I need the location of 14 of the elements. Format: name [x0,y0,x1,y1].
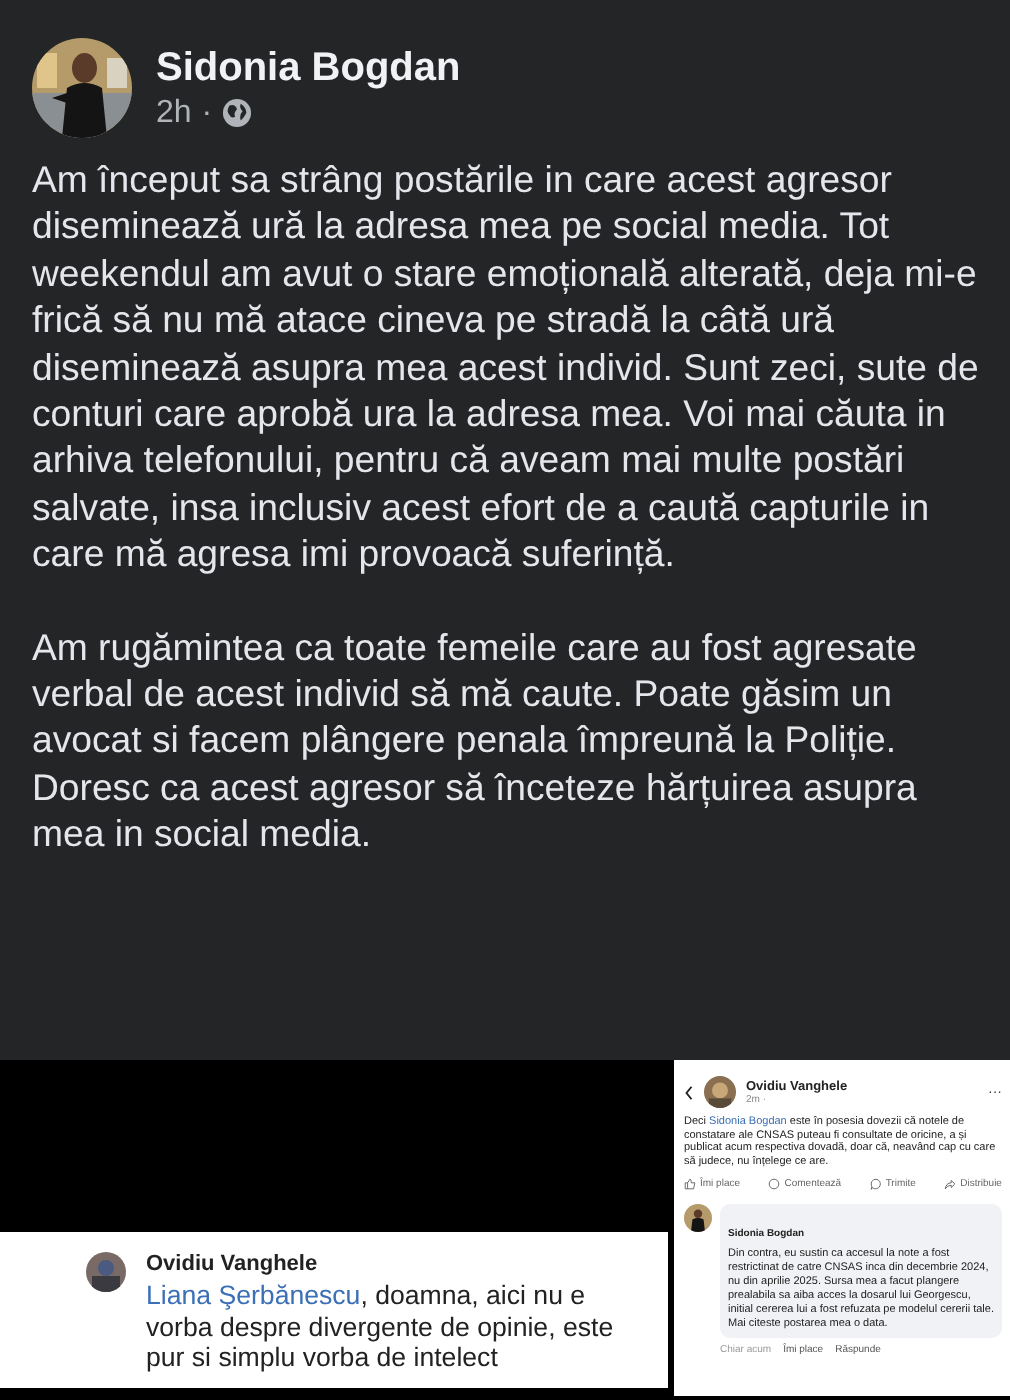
author-name[interactable]: Sidonia Bogdan [156,45,461,91]
messenger-icon [869,1178,882,1190]
mention-link[interactable]: Liana Şerbănescu [146,1280,361,1310]
post-time[interactable]: 2h [156,95,192,131]
thumbs-up-icon [684,1178,696,1190]
back-icon[interactable] [684,1083,694,1101]
comment-text: Liana Şerbănescu, doamna, aici nu e vorba despre divergente de opinie, este pur si simplu vorba de intelect [146,1280,616,1373]
post-text: Am început sa strâng postările in care acest agresor diseminează ură la adresa mea pe social media. Tot weekendul am avut o stare emoțională alterată, deja mi-e frică să nu mă atace cineva pe stradă la câtă ură diseminează asupra mea acest individ. Sunt zeci, sute de conturi care aprobă ura la adresa mea. Voi mai căuta in arhiva telefonului, pentru că aveam mai multe postări salvate, insa inclusiv acest efort de a caută capturile in care mă agresa imi provoacă suferință. [32,156,981,578]
globe-icon [222,98,253,128]
comment-author[interactable]: Ovidiu Vanghele [146,1252,646,1276]
post-text: Am rugămintea ca toate femeile care au fost agresate verbal de acest individ să mă caute. Poate găsim un avocat si facem plângere penala împreună la Poliție. Doresc ca acest agresor să înceteze hărțuirea asupra mea in social media. [32,623,919,858]
speech-bubble-icon [768,1178,781,1190]
separator: · [201,95,213,131]
share-icon [944,1178,957,1190]
